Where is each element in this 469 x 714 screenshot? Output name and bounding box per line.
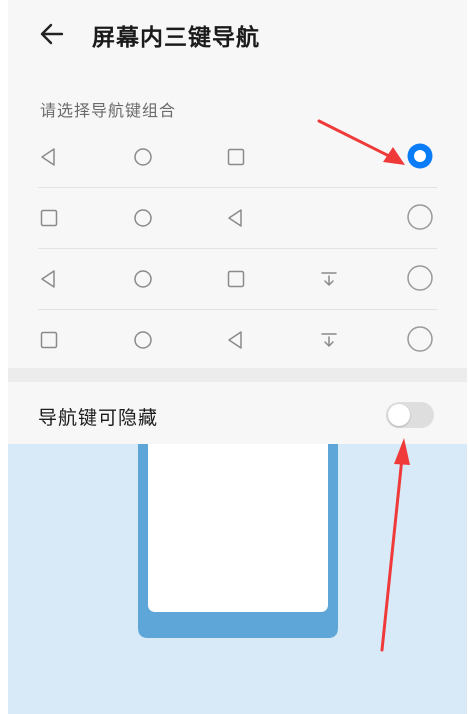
divider [38,248,437,249]
hide-nav-keys-row[interactable]: 导航键可隐藏 [8,382,467,444]
page-title: 屏幕内三键导航 [92,25,260,51]
radio-unselected[interactable] [406,325,434,353]
notification-pulldown-icon [321,333,337,347]
section-gap [8,368,467,382]
nav-option-row-2[interactable] [8,189,467,249]
nav-option-row-3[interactable] [8,250,467,310]
settings-screen: 屏幕内三键导航 请选择导航键组合 导航键可隐藏 [8,0,467,714]
phone-preview-illustration [138,444,338,638]
hide-nav-keys-label: 导航键可隐藏 [38,407,159,429]
recent-square-icon [40,209,58,227]
recent-square-icon [227,270,245,288]
notification-pulldown-icon [321,272,337,286]
hide-nav-keys-toggle[interactable] [386,402,434,428]
nav-option-row-1[interactable] [8,128,467,188]
divider [38,187,437,188]
home-circle-icon [134,209,152,227]
nav-preview [8,444,467,714]
radio-unselected[interactable] [406,264,434,292]
home-circle-icon [134,331,152,349]
toggle-knob [388,404,410,426]
section-label: 请选择导航键组合 [40,101,177,120]
nav-option-row-4[interactable] [8,311,467,371]
back-triangle-icon [41,270,55,288]
radio-selected[interactable] [406,142,434,170]
home-circle-icon [134,270,152,288]
back-triangle-icon [41,148,55,166]
back-arrow-icon[interactable] [38,20,66,48]
back-triangle-icon [228,209,242,227]
radio-unselected[interactable] [406,203,434,231]
recent-square-icon [40,331,58,349]
recent-square-icon [227,148,245,166]
back-triangle-icon [228,331,242,349]
divider [38,309,437,310]
header: 屏幕内三键导航 [8,0,467,70]
home-circle-icon [134,148,152,166]
